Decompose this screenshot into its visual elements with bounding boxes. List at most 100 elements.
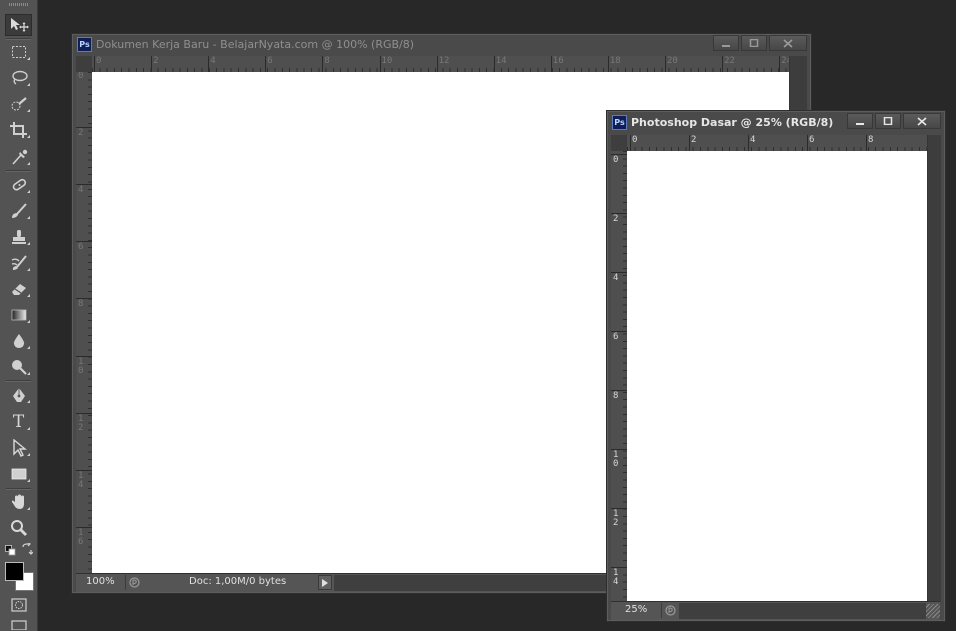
zoom-level[interactable]: 100% [86,576,115,587]
horizontal-ruler[interactable]: 024681012141618202224 [92,56,789,72]
healing-brush-tool-icon [12,178,26,191]
close-button[interactable] [903,113,941,129]
maximize-button[interactable] [741,35,767,51]
ruler-h-major-tick [779,56,781,72]
ruler-v-major-tick [76,184,92,186]
brush-tool-button[interactable] [5,200,32,222]
history-brush-tool-button[interactable] [5,252,32,274]
document-window-photoshop-dasar[interactable]: Ps Photoshop Dasar @ 25% (RGB/8) 0 2 4 6 8 0… [606,110,946,622]
ruler-v-major-tick [76,526,92,528]
panel-grip-handle[interactable] [9,3,28,6]
gradient-tool-button[interactable] [5,304,32,326]
window-title: Photoshop Dasar @ 25% (RGB/8) [631,115,834,129]
clone-stamp-tool-button[interactable] [5,226,32,248]
ruler-v-major-tick [76,298,92,300]
ruler-h-major-tick [322,56,324,72]
tools-panel: T [0,0,38,631]
ruler-v-label: 0 [78,72,84,81]
screen-mode-icon [10,620,27,630]
ruler-h-label: 12 [438,56,450,66]
ruler-v-major-tick [611,213,627,214]
hand-tool-button[interactable] [5,491,32,513]
ruler-v-major-tick [76,355,92,357]
status-info-menu-button[interactable] [318,575,332,590]
quick-selection-tool-button[interactable] [5,93,32,115]
vertical-ruler[interactable]: 0 2 4 6 8 1 0 1 2 1 4 1 6 [76,72,92,574]
toolbar-separator [6,38,31,40]
horizontal-scrollbar[interactable] [679,603,926,619]
ruler-h-label: 4 [750,135,756,145]
path-selection-tool-button[interactable] [5,437,32,459]
toolbar-separator [6,170,31,172]
clone-stamp-tool-icon [11,230,26,244]
document-info: Doc: 1,00M/0 bytes [189,576,287,587]
ruler-h-major-tick [151,56,153,72]
ruler-v-label: 4 [613,273,619,283]
vertical-scrollbar[interactable] [927,135,941,602]
ruler-h-major-tick [665,56,666,72]
window-title-bar[interactable]: Ps Photoshop Dasar @ 25% (RGB/8) [607,111,945,133]
close-button[interactable] [769,35,807,51]
ruler-h-label: 0 [96,56,102,66]
ruler-h-label: 8 [868,135,874,145]
close-icon [783,38,793,48]
resize-grip-icon[interactable] [926,604,940,618]
crop-tool-button[interactable] [5,119,32,141]
document-canvas[interactable] [627,151,927,602]
dodge-tool-button[interactable] [5,356,32,378]
vertical-ruler[interactable]: 0 2 4 6 8 1 0 1 2 1 4 [611,151,627,602]
ruler-h-major-tick [630,135,631,151]
lasso-tool-button[interactable] [5,67,32,89]
ruler-v-label: 8 [78,299,84,310]
ruler-h-major-tick [379,56,381,72]
horizontal-ruler[interactable]: 0 2 4 6 8 [627,135,927,151]
type-tool-button[interactable]: T [5,411,32,433]
ruler-origin[interactable] [76,56,92,72]
zoom-level[interactable]: 25% [625,604,647,615]
swap-colors-icon[interactable] [21,543,33,555]
ruler-v-major-tick [76,469,92,471]
brush-tool-icon [11,203,27,218]
eyedropper-tool-button[interactable] [5,146,32,168]
ruler-h-major-tick [550,56,552,72]
ruler-h-major-tick [748,135,749,151]
minimize-button[interactable] [847,113,873,129]
pen-tool-icon [12,388,25,402]
ruler-v-label: 1 2 [613,509,619,528]
ruler-h-label: 10 [381,56,393,66]
maximize-icon [883,117,893,125]
ruler-h-label: 6 [267,56,273,66]
screen-mode-button[interactable] [5,617,32,631]
eraser-tool-button[interactable] [5,278,32,300]
maximize-button[interactable] [875,113,901,129]
ruler-v-major-tick [76,241,92,243]
ruler-v-label: 1 0 [613,450,619,469]
move-tool-icon [10,18,29,32]
status-bar-options-button[interactable] [125,575,142,590]
minimize-button[interactable] [713,35,739,51]
ruler-v-label: 1 0 [78,356,84,376]
path-selection-tool-icon [12,439,27,457]
default-colors-icon[interactable] [5,545,16,556]
zoom-tool-button[interactable] [5,517,32,539]
healing-brush-tool-button[interactable] [5,174,32,196]
ruler-h-major-tick [94,56,95,72]
status-bar-options-button[interactable] [661,603,678,618]
quick-mask-button[interactable] [5,594,32,616]
eraser-tool-icon [11,284,26,295]
ruler-v-major-tick [76,412,92,414]
ruler-h-major-tick [265,56,267,72]
window-title-bar[interactable]: Ps Dokumen Kerja Baru - BelajarNyata.com… [72,34,811,54]
share-icon [664,605,676,616]
pen-tool-button[interactable] [5,384,32,406]
blur-tool-button[interactable] [5,330,32,352]
move-tool-button[interactable] [5,14,32,36]
foreground-color-swatch[interactable] [5,562,24,581]
ruler-v-major-tick [611,154,627,155]
ruler-v-label: 6 [78,242,84,253]
ruler-v-major-tick [611,567,627,568]
ruler-origin[interactable] [611,135,627,151]
rectangle-tool-button[interactable] [5,463,32,485]
hand-tool-icon [11,494,24,509]
marquee-tool-button[interactable] [5,41,32,63]
